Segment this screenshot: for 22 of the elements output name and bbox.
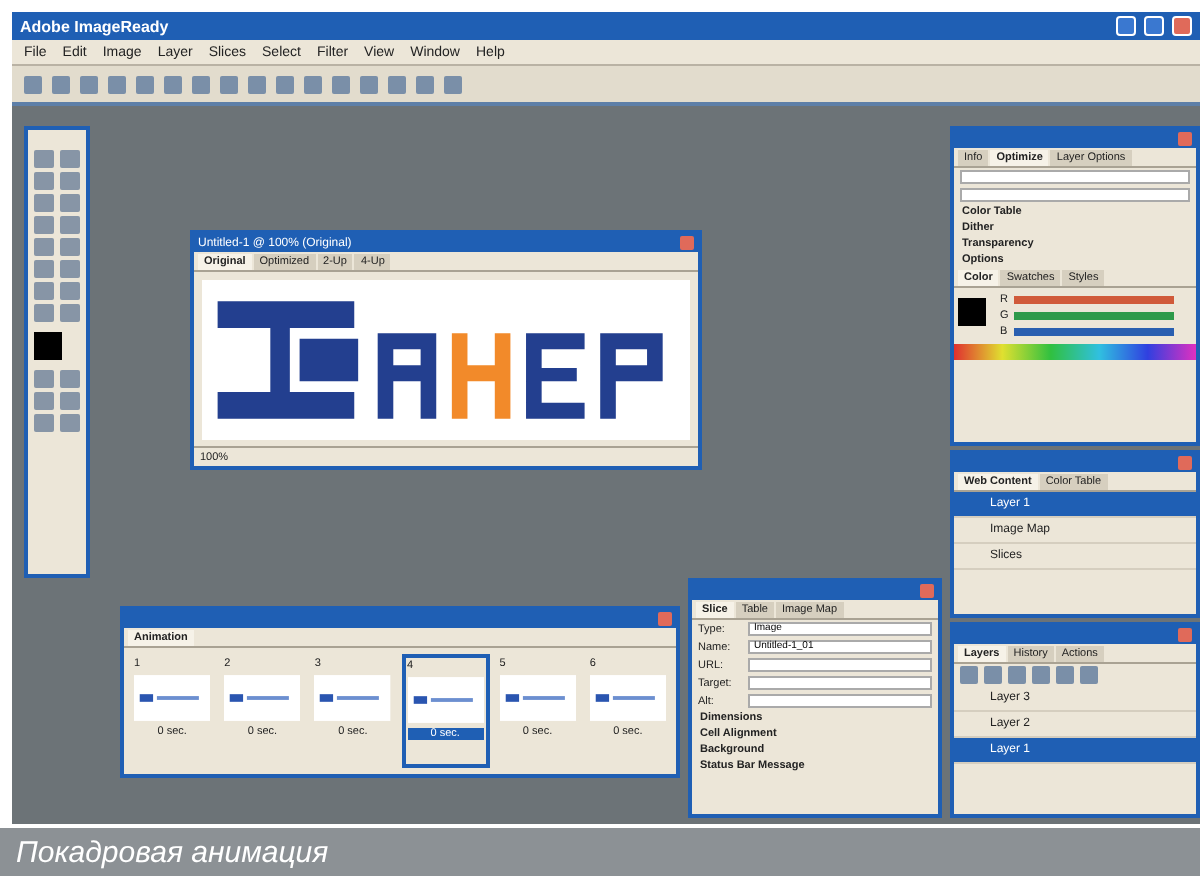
input-field[interactable] xyxy=(748,658,932,672)
close-button[interactable] xyxy=(1172,16,1192,36)
window-title: Adobe ImageReady xyxy=(20,17,171,35)
input-field[interactable] xyxy=(748,676,932,690)
channel-slider[interactable] xyxy=(1013,328,1174,336)
input-field[interactable] xyxy=(748,694,932,708)
channel-slider[interactable] xyxy=(1014,312,1175,320)
frame-thumbnail xyxy=(589,674,667,722)
color-swatch[interactable] xyxy=(958,298,986,326)
dropdown-field[interactable] xyxy=(960,188,1190,202)
channel-slider[interactable] xyxy=(1013,296,1174,304)
maximize-button[interactable] xyxy=(1144,16,1164,36)
caption: Покадровая анимация xyxy=(16,835,329,869)
frame-thumbnail xyxy=(407,676,484,724)
frame-thumbnail xyxy=(134,674,211,722)
dropdown-field[interactable] xyxy=(960,170,1190,184)
frame-thumbnail xyxy=(224,674,301,722)
frame-thumbnail xyxy=(314,674,392,722)
minimize-button[interactable] xyxy=(1116,16,1136,36)
frame-thumbnail xyxy=(499,674,576,722)
color-spectrum[interactable] xyxy=(954,344,1196,360)
color-swatch[interactable] xyxy=(34,332,62,360)
